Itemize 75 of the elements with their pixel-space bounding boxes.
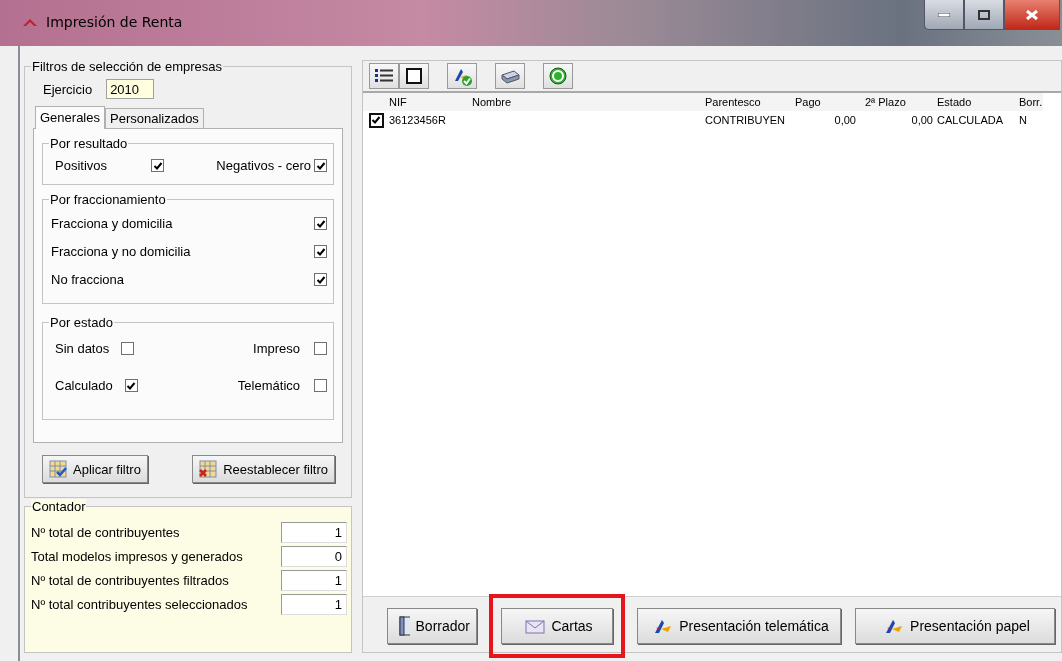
counter-label: Nº total de contribuyentes filtrados [31, 572, 229, 588]
window-title: Impresión de Renta [46, 14, 183, 30]
reset-filter-button[interactable]: Reestablecer filtro [192, 455, 335, 483]
action-button[interactable]: Borrador [387, 607, 477, 644]
checkbox-label: No fracciona [51, 272, 124, 287]
action-button[interactable]: Cartas [501, 607, 613, 644]
print-button[interactable] [495, 63, 525, 89]
checkbox[interactable] [314, 245, 327, 258]
envelope-icon [525, 617, 546, 634]
group-title: Contador [31, 499, 87, 514]
row-checkbox[interactable] [368, 112, 384, 128]
group-title: Por estado [49, 315, 114, 330]
table-cell-text: 0,00 [910, 114, 934, 126]
grid-check-icon [49, 460, 67, 478]
year-field[interactable]: 2010 [106, 79, 155, 99]
book-icon [398, 615, 410, 636]
counter-value: 1 [281, 569, 347, 591]
checkbox-label: Fracciona y domicilia [51, 216, 173, 231]
column-header[interactable]: 2ª Plazo [865, 96, 937, 108]
action-button[interactable]: Presentación papel [855, 607, 1055, 644]
checkbox-label: Sin datos [55, 341, 110, 356]
checkbox[interactable] [124, 379, 138, 392]
checkbox-label: Impreso [253, 341, 300, 356]
minimize-button[interactable] [924, 0, 964, 30]
tab[interactable]: Personalizados [105, 108, 204, 128]
column-header[interactable]: Estado [937, 96, 1019, 108]
checkbox[interactable] [314, 159, 327, 172]
square-icon [405, 68, 423, 84]
maximize-icon [978, 9, 990, 20]
checkbox[interactable] [151, 159, 165, 172]
printer-icon [499, 67, 521, 85]
table-cell-text: CALCULADA [937, 114, 1005, 126]
square-button[interactable] [399, 63, 429, 89]
minimize-icon [938, 12, 950, 17]
table-cell-text: 0,00 [833, 114, 857, 126]
table-cell-text: CONTRIBUYEN [705, 114, 787, 126]
checkbox[interactable] [314, 217, 327, 230]
close-button[interactable] [1004, 0, 1060, 30]
checkbox[interactable] [314, 273, 327, 286]
apply-filter-button[interactable]: Aplicar filtro [42, 455, 148, 483]
close-icon [1026, 9, 1038, 20]
validate-button[interactable] [447, 63, 477, 89]
counter-value: 1 [281, 593, 347, 615]
checkbox-label: Telemático [237, 378, 300, 393]
column-header[interactable]: Parentesco [705, 96, 795, 108]
grid-cross-icon [199, 460, 218, 478]
counter-value: 1 [281, 521, 347, 543]
table-cell-text: N [1019, 114, 1028, 126]
group-title: Filtros de selección de empresas [31, 59, 224, 74]
list-view-button[interactable] [369, 63, 399, 89]
column-header[interactable]: Pago [795, 96, 865, 108]
app-icon [22, 17, 38, 27]
maximize-button[interactable] [964, 0, 1004, 30]
column-header[interactable]: Borr. [1019, 96, 1049, 108]
field-label: Ejercicio [43, 81, 93, 97]
table-cell-text: 36123456R [389, 114, 447, 126]
group-title: Por resultado [49, 136, 129, 151]
column-header[interactable]: Nombre [472, 96, 705, 108]
action-button[interactable]: Presentación telemática [637, 607, 841, 644]
checkbox-label: Positivos [55, 158, 108, 173]
checkbox-label: Calculado [55, 378, 113, 393]
checkbox[interactable] [121, 342, 135, 355]
checkbox-label: Fracciona y no domicilia [51, 244, 191, 259]
checkbox-label: Negativos - cero [216, 158, 311, 173]
checkbox[interactable] [314, 342, 327, 355]
counter-label: Nº total de contribuyentes [31, 524, 180, 540]
counter-value: 0 [281, 545, 347, 567]
help-button[interactable] [543, 63, 573, 89]
checkbox[interactable] [314, 379, 327, 392]
counter-label: Total modelos impresos y generados [31, 548, 243, 564]
list-icon [374, 68, 394, 84]
tab[interactable]: Generales [35, 106, 105, 129]
counter-label: Nº total contribuyentes seleccionados [31, 596, 248, 612]
group-title: Por fraccionamiento [49, 192, 167, 207]
column-header[interactable]: NIF [389, 96, 472, 108]
